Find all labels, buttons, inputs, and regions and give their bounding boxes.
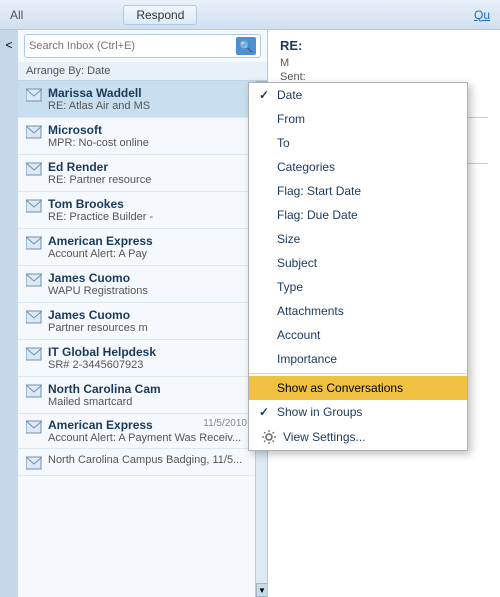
dropdown-item-from[interactable]: From (249, 107, 467, 131)
email-date-row: American Express 11/5/2010 (48, 418, 247, 432)
dropdown-item-show-conversations[interactable]: Show as Conversations (249, 376, 467, 400)
arrange-by-label[interactable]: Arrange By: Date (18, 62, 267, 81)
email-items: Marissa Waddell RE: Atlas Air and MS Mic… (18, 81, 255, 597)
email-content: James Cuomo Partner resources m (48, 308, 247, 334)
list-item[interactable]: Ed Render RE: Partner resource (18, 155, 255, 192)
dropdown-item-to[interactable]: To (249, 131, 467, 155)
email-content: IT Global Helpdesk SR# 2-3445607923 (48, 345, 247, 371)
email-sender: Marissa Waddell (48, 86, 247, 100)
preview-title: RE: (280, 38, 488, 53)
dropdown-item-categories[interactable]: Categories (249, 155, 467, 179)
email-list-panel: 🔍 Arrange By: Date Marissa Waddell (18, 30, 268, 597)
dropdown-item-attachments[interactable]: Attachments (249, 299, 467, 323)
search-icon: 🔍 (239, 40, 253, 53)
email-sender: North Carolina Cam (48, 382, 247, 396)
list-item[interactable]: Marissa Waddell RE: Atlas Air and MS (18, 81, 255, 118)
email-subject: Mailed smartcard (48, 396, 247, 408)
dropdown-menu: Date From To Categories Flag: Start Date… (248, 82, 468, 451)
email-sender: Ed Render (48, 160, 247, 174)
email-list-scroll: Marissa Waddell RE: Atlas Air and MS Mic… (18, 81, 267, 597)
email-sender: Microsoft (48, 123, 247, 137)
collapse-panel-button[interactable]: < (0, 30, 18, 597)
email-icon (26, 456, 42, 470)
email-sender: James Cuomo (48, 271, 247, 285)
email-subject: RE: Practice Builder - (48, 211, 247, 223)
email-subject: WAPU Registrations (48, 285, 247, 297)
email-item-bottom: American Express 11/5/2010 Account Alert… (26, 418, 247, 444)
toolbar: All Respond Qu (0, 0, 500, 30)
email-subject: SR# 2-3445607923 (48, 359, 247, 371)
email-content: American Express Account Alert: A Pay (48, 234, 247, 260)
email-content: Marissa Waddell RE: Atlas Air and MS (48, 86, 247, 112)
list-item[interactable]: North Carolina Cam Mailed smartcard (18, 377, 255, 414)
scroll-down-button[interactable]: ▼ (256, 583, 267, 597)
dropdown-item-size[interactable]: Size (249, 227, 467, 251)
email-content: North Carolina Cam Mailed smartcard (48, 382, 247, 408)
list-item[interactable]: American Express 11/5/2010 Account Alert… (18, 414, 255, 449)
email-subject: North Carolina Campus Badging, 11/5... (48, 454, 247, 466)
search-button[interactable]: 🔍 (236, 37, 256, 55)
dropdown-item-account[interactable]: Account (249, 323, 467, 347)
email-content: North Carolina Campus Badging, 11/5... (48, 454, 247, 466)
view-settings-label: View Settings... (283, 430, 366, 444)
email-subject: Partner resources m (48, 322, 247, 334)
email-content: Tom Brookes RE: Practice Builder - (48, 197, 247, 223)
respond-button[interactable]: Respond (123, 5, 197, 25)
email-icon (26, 88, 42, 102)
list-item[interactable]: North Carolina Campus Badging, 11/5... (18, 449, 255, 476)
email-icon (26, 273, 42, 287)
dropdown-item-subject[interactable]: Subject (249, 251, 467, 275)
list-item[interactable]: Microsoft MPR: No-cost online (18, 118, 255, 155)
email-icon (26, 310, 42, 324)
dropdown-item-show-groups[interactable]: Show in Groups (249, 400, 467, 424)
dropdown-item-importance[interactable]: Importance (249, 347, 467, 371)
email-sender: Tom Brookes (48, 197, 247, 211)
search-bar: 🔍 (24, 34, 261, 58)
email-subject: RE: Atlas Air and MS (48, 100, 247, 112)
email-icon (26, 162, 42, 176)
search-input[interactable] (29, 40, 236, 52)
email-content: American Express 11/5/2010 Account Alert… (48, 418, 247, 444)
list-item[interactable]: American Express Account Alert: A Pay (18, 229, 255, 266)
email-sender: American Express (48, 234, 247, 248)
list-item[interactable]: Tom Brookes RE: Practice Builder - (18, 192, 255, 229)
email-sender: James Cuomo (48, 308, 247, 322)
email-content: Microsoft MPR: No-cost online (48, 123, 247, 149)
email-icon (26, 199, 42, 213)
email-icon (26, 125, 42, 139)
dropdown-item-type[interactable]: Type (249, 275, 467, 299)
email-subject: Account Alert: A Pay (48, 248, 247, 260)
email-subject: RE: Partner resource (48, 174, 247, 186)
dropdown-divider (249, 373, 467, 374)
settings-icon (261, 429, 277, 445)
dropdown-item-date[interactable]: Date (249, 83, 467, 107)
list-item[interactable]: James Cuomo Partner resources m (18, 303, 255, 340)
email-subject: Account Alert: A Payment Was Receiv... (48, 432, 247, 444)
qu-label[interactable]: Qu (474, 8, 490, 22)
email-sender: American Express (48, 418, 153, 432)
email-subject: MPR: No-cost online (48, 137, 247, 149)
dropdown-item-flag-start[interactable]: Flag: Start Date (249, 179, 467, 203)
email-sender: IT Global Helpdesk (48, 345, 247, 359)
email-icon (26, 236, 42, 250)
collapse-arrow-icon: < (5, 38, 12, 52)
dropdown-item-flag-due[interactable]: Flag: Due Date (249, 203, 467, 227)
email-date: 11/5/2010 (203, 418, 247, 429)
email-content: James Cuomo WAPU Registrations (48, 271, 247, 297)
email-icon (26, 347, 42, 361)
list-item[interactable]: James Cuomo WAPU Registrations (18, 266, 255, 303)
email-content: Ed Render RE: Partner resource (48, 160, 247, 186)
list-item[interactable]: IT Global Helpdesk SR# 2-3445607923 (18, 340, 255, 377)
email-icon (26, 420, 42, 434)
preview-line1: M (280, 57, 488, 69)
email-icon (26, 384, 42, 398)
all-label: All (10, 8, 23, 22)
dropdown-item-view-settings[interactable]: View Settings... (249, 424, 467, 450)
